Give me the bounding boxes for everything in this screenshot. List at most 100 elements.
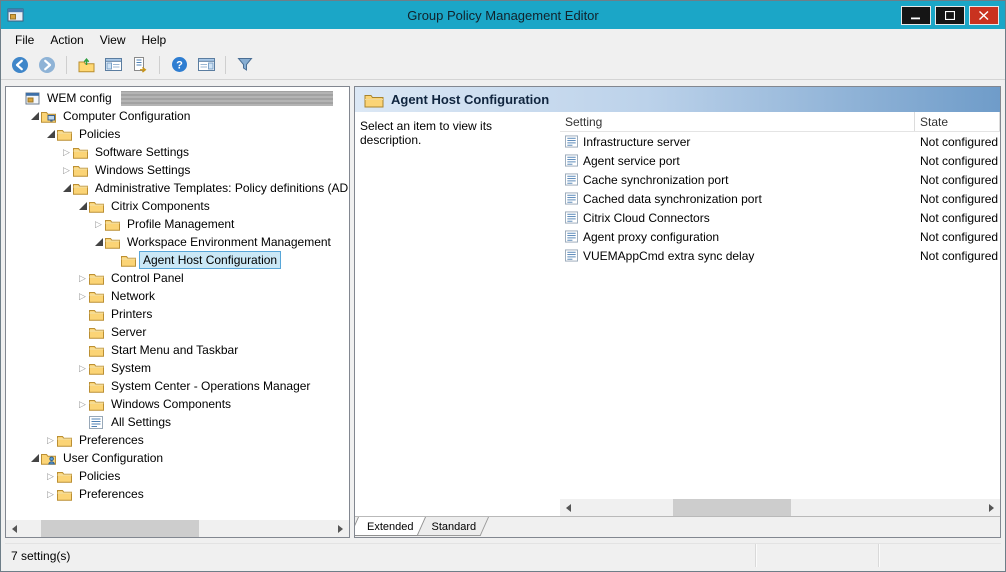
maximize-button[interactable] <box>935 6 965 25</box>
setting-row-vuemappcmd-extra-sync-delay[interactable]: VUEMAppCmd extra sync delayNot configure… <box>560 246 1000 265</box>
tree-item-agent-host-configuration[interactable]: Agent Host Configuration <box>6 251 348 269</box>
tree-item-label: Citrix Components <box>107 197 214 215</box>
tree-item-policies[interactable]: ▷Policies <box>6 467 348 485</box>
tree-item-system[interactable]: ▷System <box>6 359 348 377</box>
tree-horizontal-scrollbar[interactable] <box>6 520 349 537</box>
tree-item-profile-management[interactable]: ▷Profile Management <box>6 215 348 233</box>
tree-item-label: All Settings <box>107 413 175 431</box>
folder-icon <box>57 470 75 483</box>
setting-row-agent-service-port[interactable]: Agent service portNot configured <box>560 151 1000 170</box>
tree-item-preferences[interactable]: ▷Preferences <box>6 431 348 449</box>
settings-list: Setting State Infrastructure serverNot c… <box>560 112 1000 499</box>
collapse-arrow-icon[interactable] <box>60 184 73 192</box>
setting-row-infrastructure-server[interactable]: Infrastructure serverNot configured <box>560 132 1000 151</box>
setting-state: Not configured <box>915 211 1000 225</box>
tree-item-server[interactable]: Server <box>6 323 348 341</box>
tree-item-preferences[interactable]: ▷Preferences <box>6 485 348 503</box>
filter-icon[interactable] <box>234 54 256 76</box>
tree-item-workspace-environment-management[interactable]: Workspace Environment Management <box>6 233 348 251</box>
column-state[interactable]: State <box>915 112 1000 131</box>
console-tree-icon[interactable] <box>102 54 124 76</box>
tree-item-user-configuration[interactable]: User Configuration <box>6 449 348 467</box>
collapse-arrow-icon[interactable] <box>28 112 41 120</box>
tree-item-network[interactable]: ▷Network <box>6 287 348 305</box>
collapse-arrow-icon[interactable] <box>44 130 57 138</box>
scrollbar-track[interactable] <box>23 520 332 537</box>
tree-item-wem-config[interactable]: WEM config <box>6 89 348 107</box>
scrollbar-thumb[interactable] <box>41 520 199 537</box>
tree-item-administrative-templates-policy-definitions-ad[interactable]: Administrative Templates: Policy definit… <box>6 179 348 197</box>
back-icon[interactable] <box>9 54 31 76</box>
expand-arrow-icon[interactable]: ▷ <box>44 436 57 445</box>
tree-item-system-center-operations-manager[interactable]: System Center - Operations Manager <box>6 377 348 395</box>
tree-item-policies[interactable]: Policies <box>6 125 348 143</box>
tree-item-computer-configuration[interactable]: Computer Configuration <box>6 107 348 125</box>
help-icon[interactable]: ? <box>168 54 190 76</box>
tree-item-citrix-components[interactable]: Citrix Components <box>6 197 348 215</box>
expand-arrow-icon[interactable]: ▷ <box>60 148 73 157</box>
list-horizontal-scrollbar[interactable] <box>560 499 1000 516</box>
expand-arrow-icon[interactable]: ▷ <box>92 220 105 229</box>
title-bar[interactable]: Group Policy Management Editor <box>1 1 1005 29</box>
forward-icon[interactable] <box>36 54 58 76</box>
tree-item-all-settings[interactable]: All Settings <box>6 413 348 431</box>
expand-arrow-icon[interactable]: ▷ <box>44 472 57 481</box>
setting-icon <box>565 154 578 167</box>
tab-extended[interactable]: Extended <box>358 517 431 537</box>
tree-item-start-menu-and-taskbar[interactable]: Start Menu and Taskbar <box>6 341 348 359</box>
results-title: Agent Host Configuration <box>391 92 549 107</box>
tree-item-control-panel[interactable]: ▷Control Panel <box>6 269 348 287</box>
menu-help[interactable]: Help <box>134 31 175 49</box>
scroll-left-button[interactable] <box>6 520 23 537</box>
expand-arrow-icon[interactable]: ▷ <box>76 364 89 373</box>
setting-row-citrix-cloud-connectors[interactable]: Citrix Cloud ConnectorsNot configured <box>560 208 1000 227</box>
column-setting[interactable]: Setting <box>560 112 915 131</box>
collapse-arrow-icon[interactable] <box>76 202 89 210</box>
tree-item-label: Administrative Templates: Policy definit… <box>91 179 348 197</box>
setting-name: Cache synchronization port <box>583 173 728 187</box>
tab-standard[interactable]: Standard <box>422 517 494 537</box>
scroll-right-button[interactable] <box>332 520 349 537</box>
tree-item-windows-settings[interactable]: ▷Windows Settings <box>6 161 348 179</box>
expand-arrow-icon[interactable]: ▷ <box>44 490 57 499</box>
tree-item-printers[interactable]: Printers <box>6 305 348 323</box>
export-list-icon[interactable] <box>129 54 151 76</box>
svg-text:?: ? <box>176 60 183 72</box>
scroll-right-button[interactable] <box>983 499 1000 516</box>
tree-item-label: Printers <box>107 305 156 323</box>
menu-file[interactable]: File <box>7 31 42 49</box>
tree-item-windows-components[interactable]: ▷Windows Components <box>6 395 348 413</box>
expand-arrow-icon[interactable]: ▷ <box>76 400 89 409</box>
scroll-left-button[interactable] <box>560 499 577 516</box>
toolbar: ? <box>1 50 1005 80</box>
collapse-arrow-icon[interactable] <box>92 238 105 246</box>
expand-arrow-icon[interactable]: ▷ <box>76 274 89 283</box>
menu-view[interactable]: View <box>92 31 134 49</box>
description-panel: Select an item to view its description. <box>355 112 560 499</box>
action-pane-icon[interactable] <box>195 54 217 76</box>
collapse-arrow-icon[interactable] <box>28 454 41 462</box>
setting-row-cached-data-synchronization-port[interactable]: Cached data synchronization portNot conf… <box>560 189 1000 208</box>
setting-row-agent-proxy-configuration[interactable]: Agent proxy configurationNot configured <box>560 227 1000 246</box>
tree-item-software-settings[interactable]: ▷Software Settings <box>6 143 348 161</box>
expand-arrow-icon[interactable]: ▷ <box>60 166 73 175</box>
folder-icon <box>121 254 139 267</box>
expand-arrow-icon[interactable]: ▷ <box>76 292 89 301</box>
tree-item-label: Server <box>107 323 150 341</box>
menu-action[interactable]: Action <box>42 31 91 49</box>
app-icon[interactable] <box>7 6 27 24</box>
scrollbar-track[interactable] <box>577 499 983 516</box>
tab-label: Extended <box>367 521 413 533</box>
setting-row-cache-synchronization-port[interactable]: Cache synchronization portNot configured <box>560 170 1000 189</box>
close-button[interactable] <box>969 6 999 25</box>
scrollbar-thumb[interactable] <box>673 499 791 516</box>
minimize-button[interactable] <box>901 6 931 25</box>
setting-icon <box>565 192 578 205</box>
tree-item-label: Workspace Environment Management <box>123 233 335 251</box>
results-header: Agent Host Configuration <box>355 87 1000 112</box>
setting-icon <box>565 230 578 243</box>
tree-item-label: Start Menu and Taskbar <box>107 341 242 359</box>
setting-icon <box>565 211 578 224</box>
up-level-icon[interactable] <box>75 54 97 76</box>
console-tree-pane: WEM configComputer ConfigurationPolicies… <box>5 86 350 538</box>
